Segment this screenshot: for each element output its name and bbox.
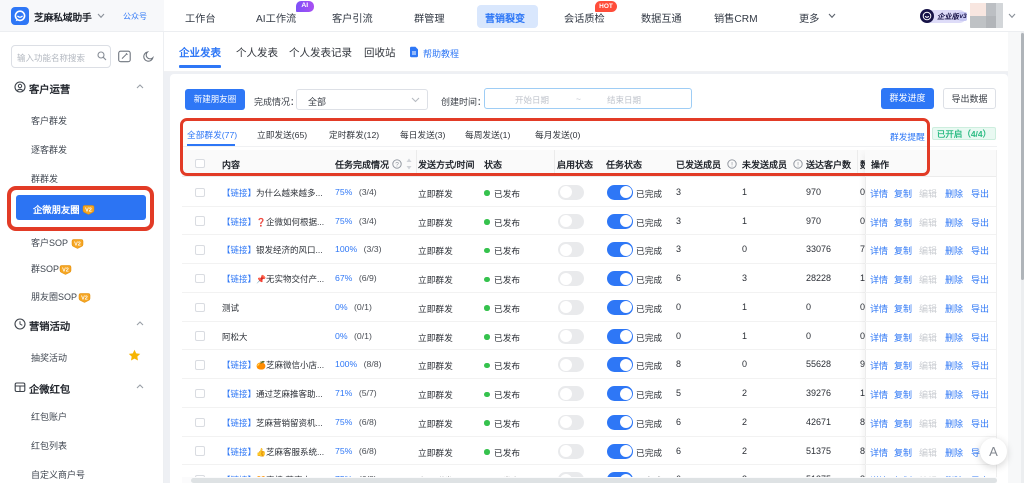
svg-text:V2: V2: [74, 241, 81, 247]
svg-text:V2: V2: [62, 267, 69, 273]
svg-text:V2: V2: [81, 295, 88, 301]
